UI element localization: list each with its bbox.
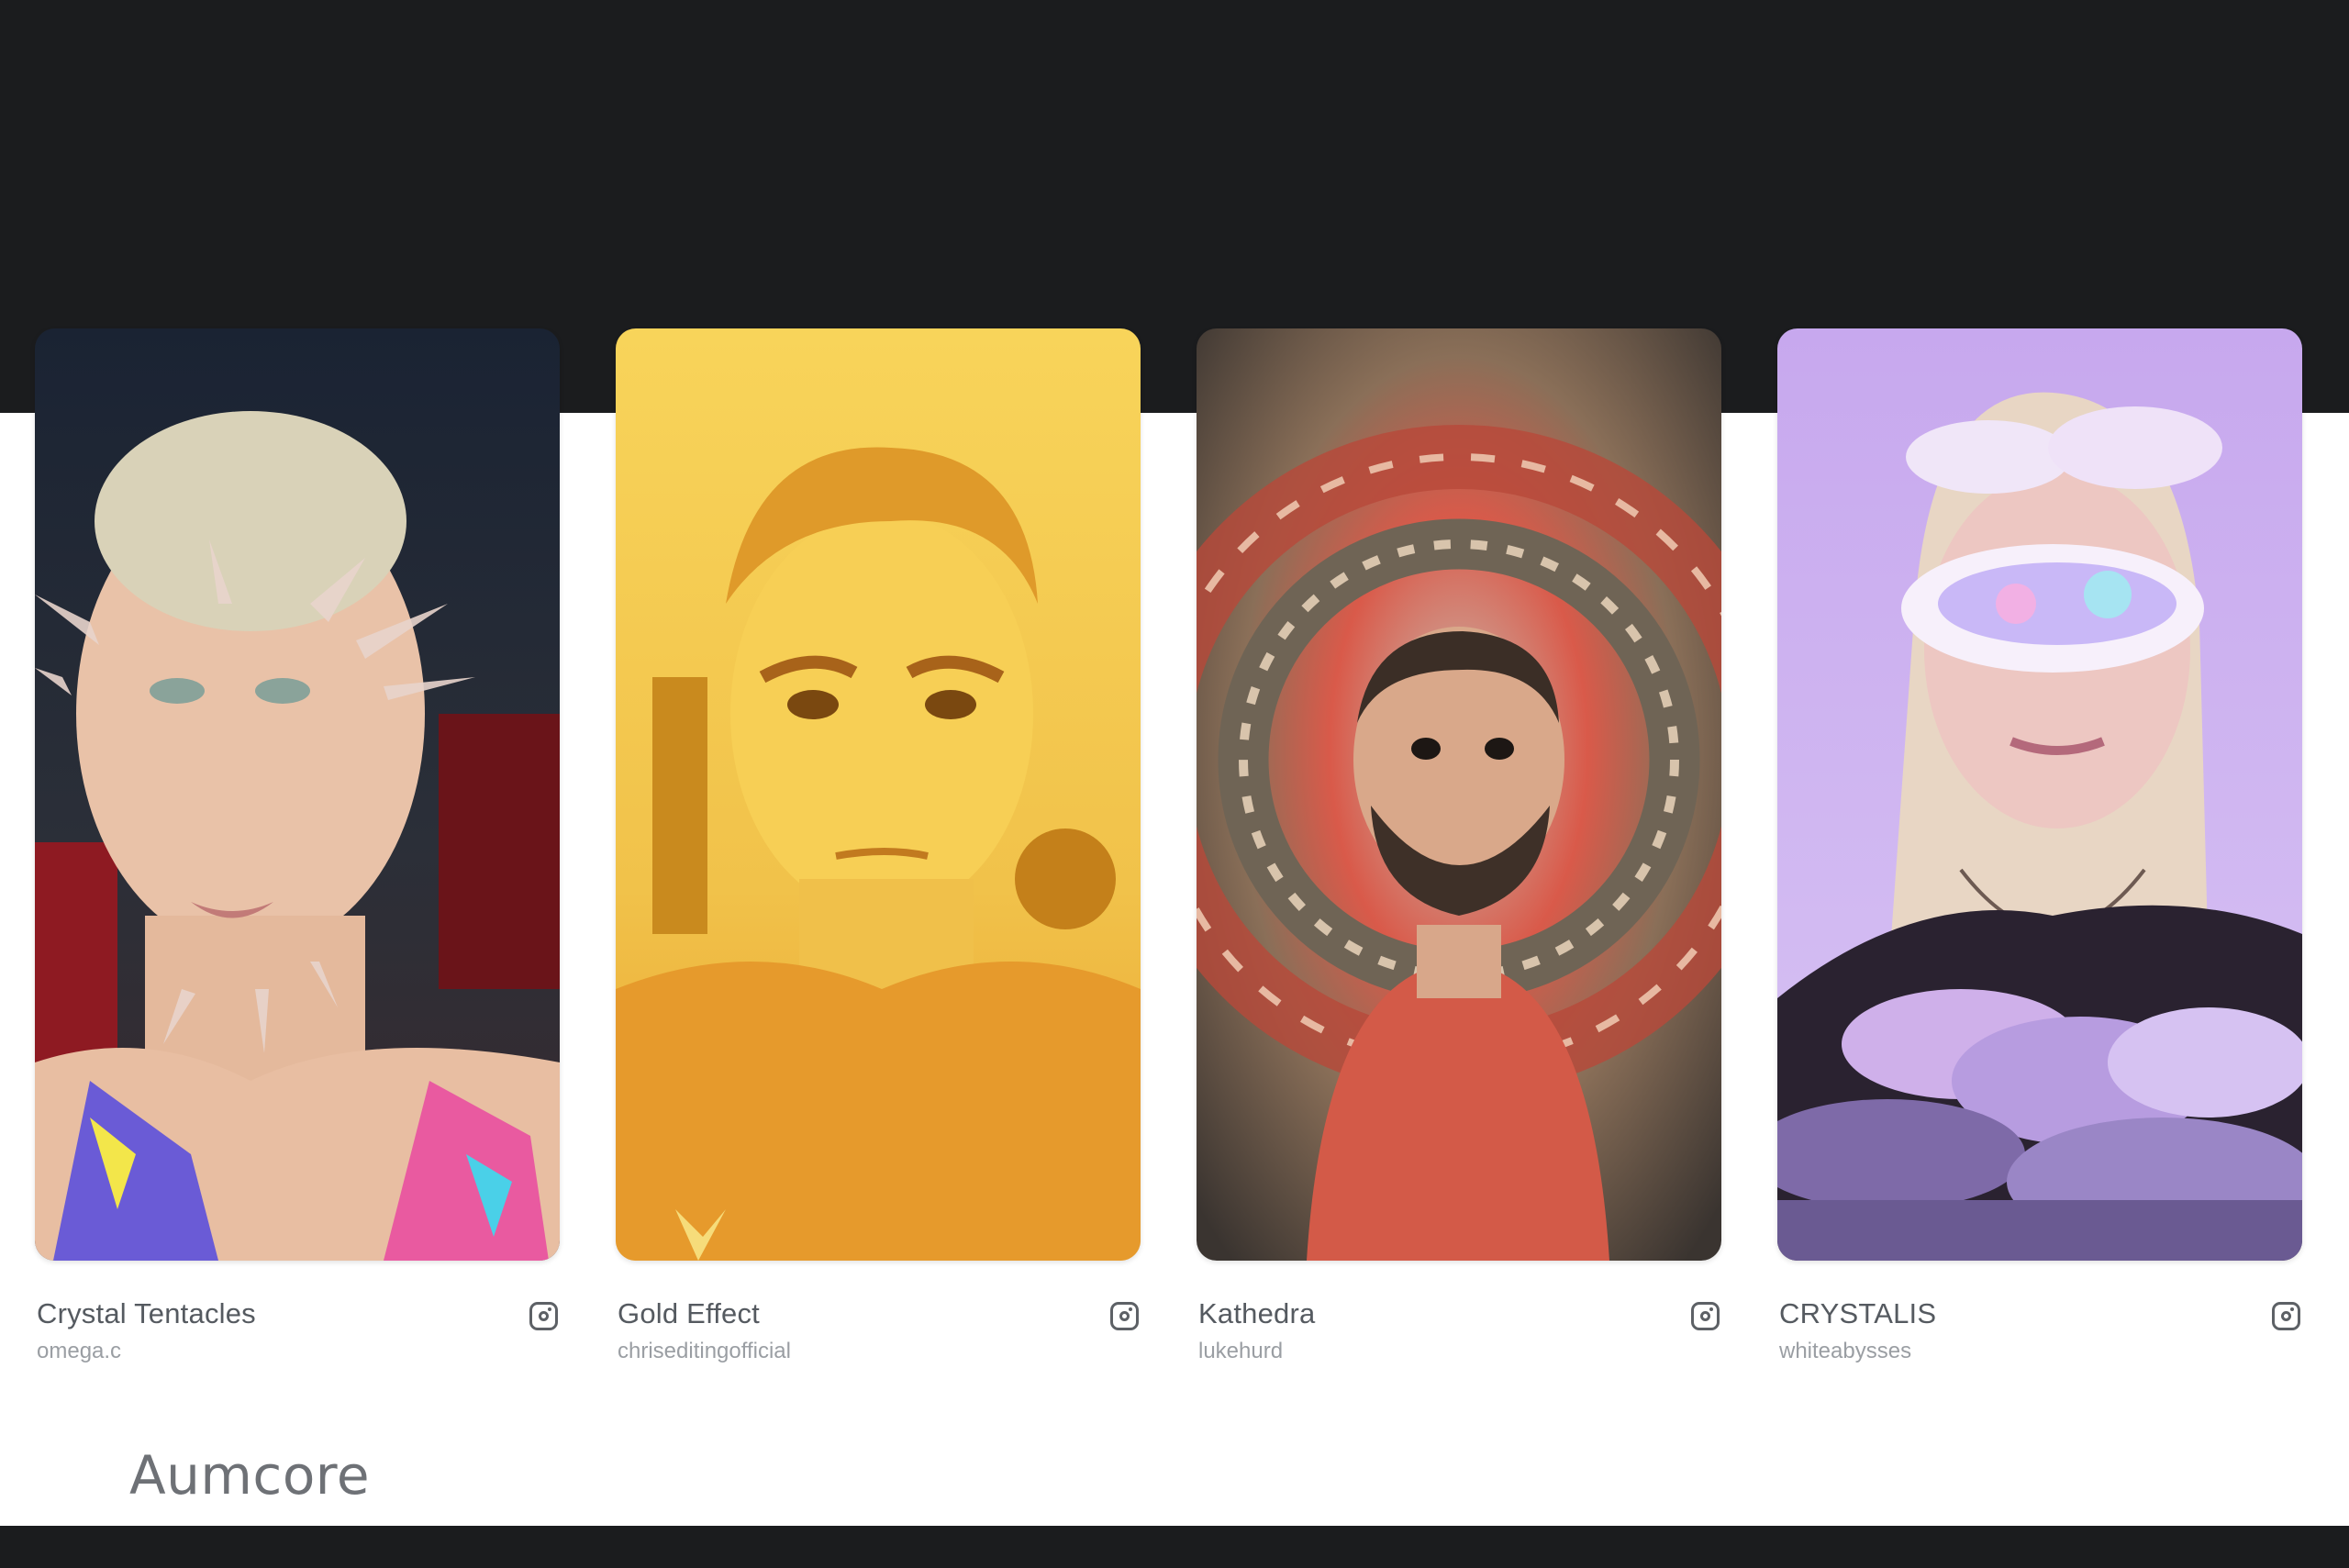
effect-card[interactable]: Gold Effect chriseditingofficial: [616, 328, 1141, 1398]
instagram-icon[interactable]: [529, 1302, 558, 1330]
brand-logo-text[interactable]: Aumcore: [129, 1444, 370, 1507]
effect-card-meta: Gold Effect chriseditingofficial: [616, 1297, 1141, 1398]
effect-author[interactable]: omega.c: [37, 1339, 121, 1364]
effect-preview-image[interactable]: [1777, 328, 2302, 1261]
instagram-icon[interactable]: [2272, 1302, 2300, 1330]
bottom-dark-band: [0, 1526, 2349, 1568]
effect-author[interactable]: whiteabysses: [1779, 1339, 1911, 1364]
effect-preview-image[interactable]: [616, 328, 1141, 1261]
effect-card[interactable]: Crystal Tentacles omega.c: [35, 328, 560, 1398]
instagram-icon[interactable]: [1110, 1302, 1139, 1330]
effect-card-meta: CRYSTALIS whiteabysses: [1777, 1297, 2302, 1398]
effect-author[interactable]: lukehurd: [1198, 1339, 1283, 1364]
effect-card[interactable]: Kathedra lukehurd: [1197, 328, 1721, 1398]
effect-title[interactable]: Kathedra: [1198, 1297, 1315, 1330]
effect-card[interactable]: CRYSTALIS whiteabysses: [1777, 328, 2302, 1398]
kathedra-preview: [1197, 328, 1721, 1261]
crystalis-preview: [1777, 328, 2302, 1261]
effect-preview-image[interactable]: [35, 328, 560, 1261]
effect-title[interactable]: Crystal Tentacles: [37, 1297, 256, 1330]
effect-card-meta: Kathedra lukehurd: [1197, 1297, 1721, 1398]
effect-title[interactable]: CRYSTALIS: [1779, 1297, 1936, 1330]
effect-preview-image[interactable]: [1197, 328, 1721, 1261]
effect-card-meta: Crystal Tentacles omega.c: [35, 1297, 560, 1398]
gold-effect-preview: [616, 328, 1141, 1261]
effect-author[interactable]: chriseditingofficial: [618, 1339, 791, 1364]
crystal-tentacles-preview: [35, 328, 560, 1261]
effect-title[interactable]: Gold Effect: [618, 1297, 760, 1330]
instagram-icon[interactable]: [1691, 1302, 1720, 1330]
